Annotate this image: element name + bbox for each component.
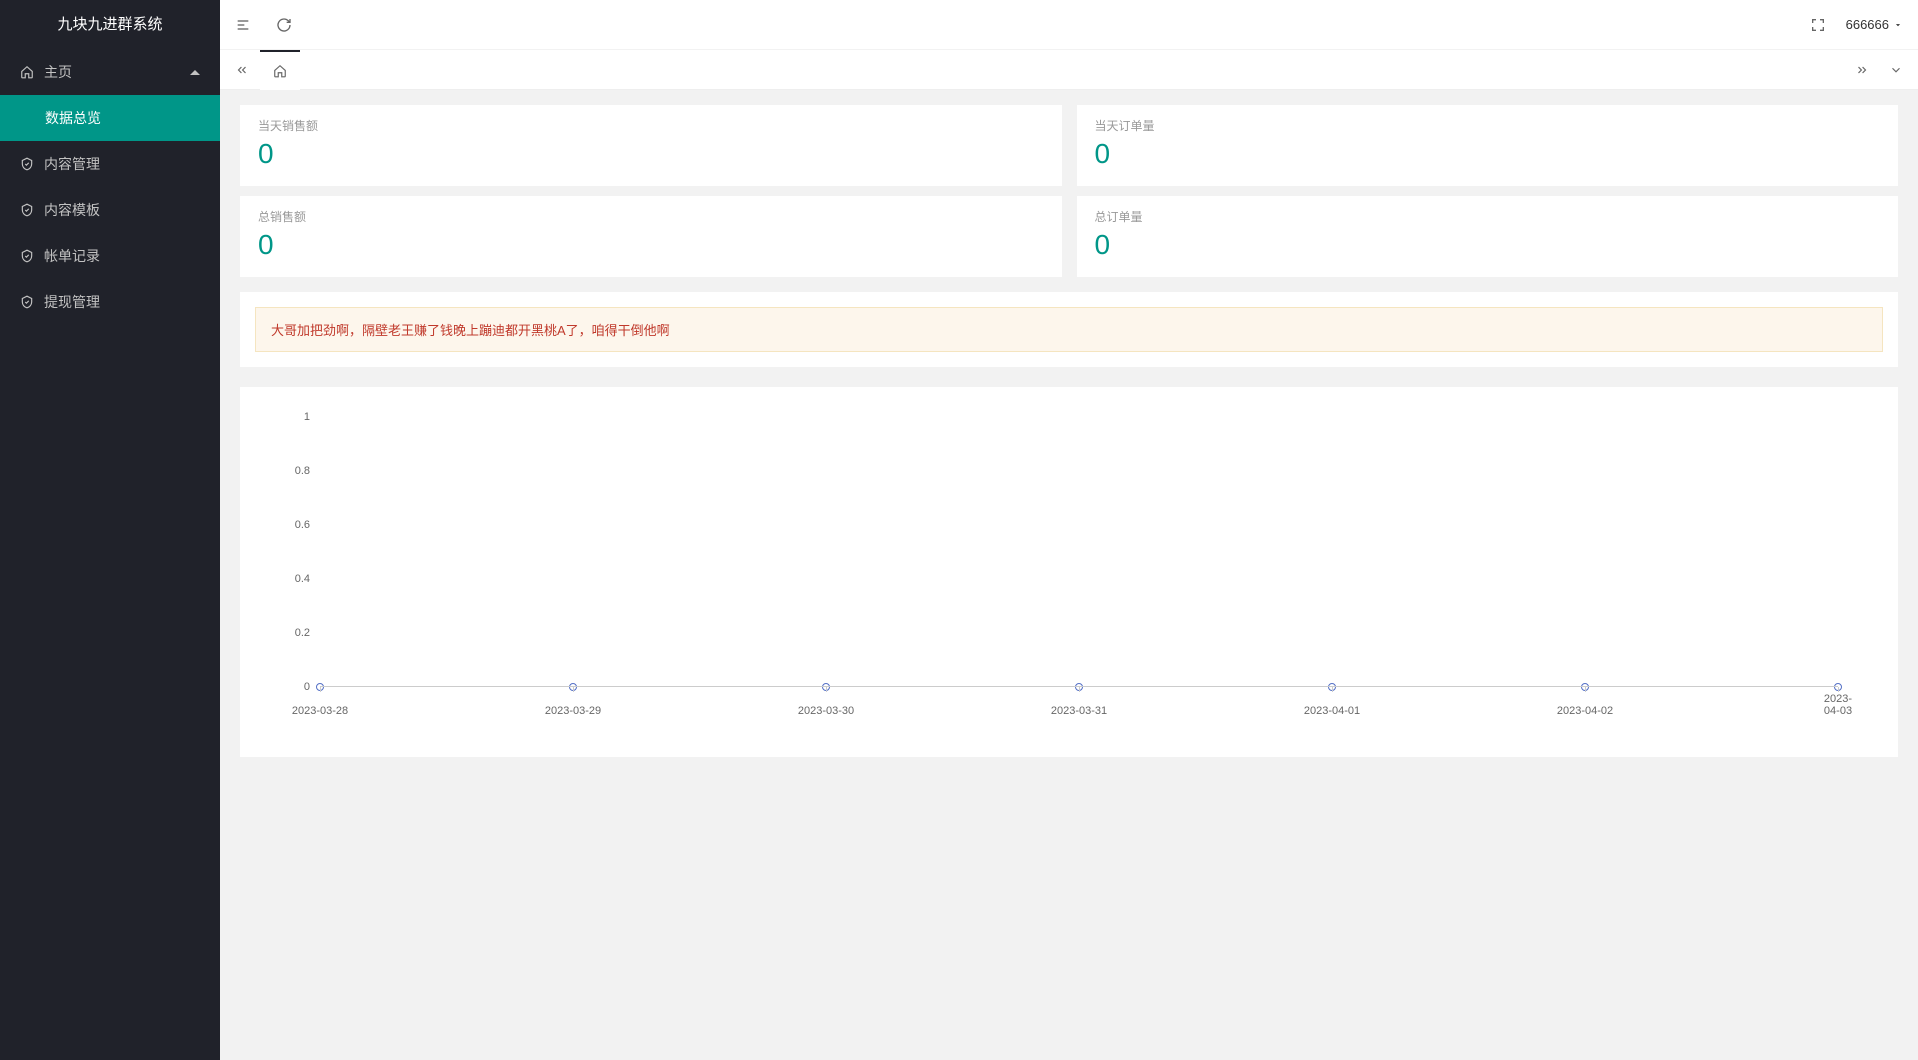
sidebar: 九块九进群系统 主页 数据总览 内容管理 <box>0 0 220 1060</box>
chart-y-tick: 0.2 <box>295 627 320 639</box>
chart-x-tick: 2023-03-29 <box>545 705 601 717</box>
chart-x-tick: 2023-03-31 <box>1051 705 1107 717</box>
stat-card-today-orders: 当天订单量 0 <box>1077 105 1899 186</box>
stat-value: 0 <box>258 138 1044 170</box>
shield-check-icon <box>20 203 34 217</box>
app-title: 九块九进群系统 <box>0 0 220 49</box>
content: 当天销售额 0 当天订单量 0 总销售额 0 总订单量 0 <box>220 90 1918 1060</box>
topbar: 666666 <box>220 0 1918 50</box>
stat-label: 当天销售额 <box>258 117 1044 134</box>
chart-y-tick: 0.6 <box>295 519 320 531</box>
nav-item-label: 帐单记录 <box>44 233 100 279</box>
notice-panel: 大哥加把劲啊，隔壁老王赚了钱晚上蹦迪都开黑桃A了，咱得干倒他啊 <box>240 292 1898 367</box>
stat-label: 总销售额 <box>258 208 1044 225</box>
nav-group-home[interactable]: 主页 <box>0 49 220 95</box>
collapse-sidebar-button[interactable] <box>235 17 251 33</box>
home-icon <box>273 64 287 78</box>
line-chart: 00.20.40.60.812023-03-282023-03-292023-0… <box>320 417 1838 717</box>
chart-x-tick: 2023-04-01 <box>1304 705 1360 717</box>
user-dropdown[interactable]: 666666 <box>1846 17 1903 32</box>
fullscreen-button[interactable] <box>1810 17 1826 33</box>
tab-home[interactable] <box>260 50 300 90</box>
caret-up-icon <box>190 70 200 75</box>
nav-item-label: 内容管理 <box>44 141 100 187</box>
stat-value: 0 <box>258 229 1044 261</box>
tabbar <box>220 50 1918 90</box>
shield-check-icon <box>20 295 34 309</box>
shield-check-icon <box>20 157 34 171</box>
nav: 主页 数据总览 内容管理 内容模板 <box>0 49 220 325</box>
chart-y-tick: 1 <box>304 411 320 423</box>
stat-label: 总订单量 <box>1095 208 1881 225</box>
chart-x-tick: 2023-03-28 <box>292 705 348 717</box>
chart-x-tick: 2023-04-03 <box>1824 693 1852 717</box>
stat-card-today-sales: 当天销售额 0 <box>240 105 1062 186</box>
nav-item-content-manage[interactable]: 内容管理 <box>0 141 220 187</box>
nav-group-label: 主页 <box>44 49 72 95</box>
chart-x-tick: 2023-03-30 <box>798 705 854 717</box>
tabs-next-button[interactable] <box>1850 58 1874 82</box>
caret-down-icon <box>1893 20 1903 30</box>
nav-item-label: 数据总览 <box>45 95 101 141</box>
main: 666666 <box>220 0 1918 1060</box>
user-name: 666666 <box>1846 17 1889 32</box>
nav-item-data-overview[interactable]: 数据总览 <box>0 95 220 141</box>
nav-item-billing-records[interactable]: 帐单记录 <box>0 233 220 279</box>
chart-y-tick: 0 <box>304 681 320 693</box>
home-icon <box>20 65 34 79</box>
chart-y-tick: 0.8 <box>295 465 320 477</box>
chart-x-tick: 2023-04-02 <box>1557 705 1613 717</box>
notice-banner: 大哥加把劲啊，隔壁老王赚了钱晚上蹦迪都开黑桃A了，咱得干倒他啊 <box>255 307 1883 352</box>
stat-card-total-sales: 总销售额 0 <box>240 196 1062 277</box>
nav-item-content-template[interactable]: 内容模板 <box>0 187 220 233</box>
chart-panel: 0 0.2 0.4 0.6 0.8 1 2023-03-28 2023-03-29 2023-0… <box>240 387 1898 757</box>
nav-item-label: 提现管理 <box>44 279 100 325</box>
stat-label: 当天订单量 <box>1095 117 1881 134</box>
tabs-menu-button[interactable] <box>1884 58 1908 82</box>
stat-value: 0 <box>1095 138 1881 170</box>
stat-card-total-orders: 总订单量 0 <box>1077 196 1899 277</box>
chart-y-tick: 0.4 <box>295 573 320 585</box>
nav-item-label: 内容模板 <box>44 187 100 233</box>
nav-item-withdrawal-manage[interactable]: 提现管理 <box>0 279 220 325</box>
stat-value: 0 <box>1095 229 1881 261</box>
refresh-button[interactable] <box>276 17 292 33</box>
shield-check-icon <box>20 249 34 263</box>
tabs-prev-button[interactable] <box>230 58 254 82</box>
